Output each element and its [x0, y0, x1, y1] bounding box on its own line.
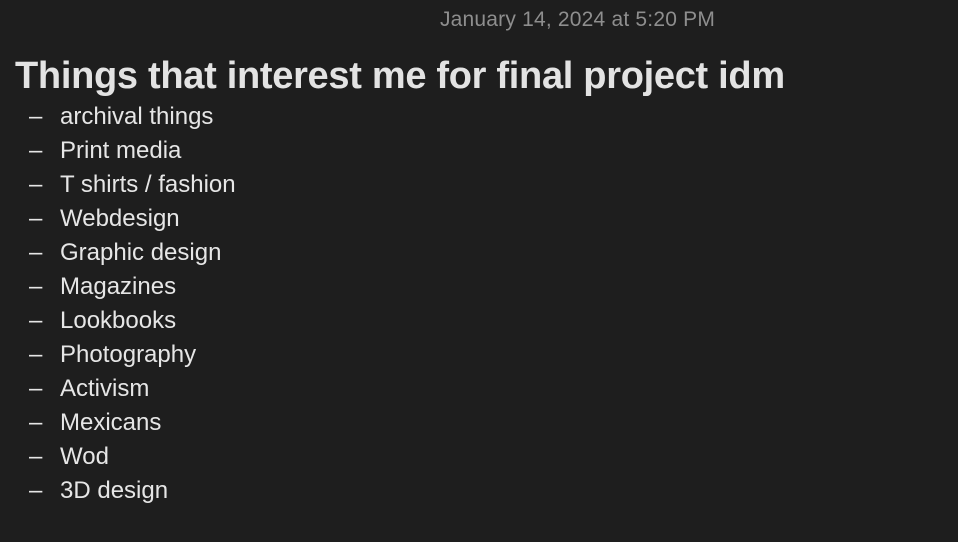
list-item[interactable]: – Print media — [0, 134, 236, 168]
list-item-text[interactable]: Lookbooks — [60, 307, 176, 335]
list-item-text[interactable]: Print media — [60, 137, 181, 165]
dash-bullet: – — [29, 375, 43, 402]
dash-bullet: – — [29, 205, 43, 232]
list-item[interactable]: – Lookbooks — [0, 304, 236, 338]
dash-bullet: – — [29, 171, 43, 198]
dash-bullet: – — [29, 307, 43, 334]
list-item-text[interactable]: archival things — [60, 103, 213, 131]
list-item[interactable]: – Magazines — [0, 270, 236, 304]
list-item-text[interactable]: Wod — [60, 443, 109, 471]
dash-bullet: – — [29, 137, 43, 164]
note-timestamp: January 14, 2024 at 5:20 PM — [439, 8, 716, 31]
list-item[interactable]: – archival things — [0, 100, 236, 134]
list-item[interactable]: – Mexicans — [0, 406, 236, 440]
dash-bullet: – — [29, 341, 43, 368]
dash-bullet: – — [29, 103, 43, 130]
list-item[interactable]: – Webdesign — [0, 202, 236, 236]
note-editor[interactable]: January 14, 2024 at 5:20 PM Things that … — [0, 0, 958, 542]
list-item[interactable]: – 3D design — [0, 474, 236, 508]
list-item-text[interactable]: Activism — [60, 375, 149, 403]
dash-bullet: – — [29, 409, 43, 436]
list-item-text[interactable]: 3D design — [60, 477, 168, 505]
dash-bullet: – — [29, 239, 43, 266]
list-item-text[interactable]: Graphic design — [60, 239, 221, 267]
dash-bullet: – — [29, 443, 43, 470]
list-item[interactable]: – Photography — [0, 338, 236, 372]
dash-bullet: – — [29, 273, 43, 300]
note-title[interactable]: Things that interest me for final projec… — [15, 55, 785, 98]
list-item-text[interactable]: T shirts / fashion — [60, 171, 236, 199]
list-item-text[interactable]: Photography — [60, 341, 196, 369]
list-item-text[interactable]: Magazines — [60, 273, 176, 301]
list-item[interactable]: – Activism — [0, 372, 236, 406]
dash-bullet: – — [29, 477, 43, 504]
list-item[interactable]: – Wod — [0, 440, 236, 474]
list-item-text[interactable]: Webdesign — [60, 205, 180, 233]
list-item[interactable]: – Graphic design — [0, 236, 236, 270]
list-item[interactable]: – T shirts / fashion — [0, 168, 236, 202]
bullet-list[interactable]: – archival things – Print media – T shir… — [0, 100, 236, 508]
list-item-text[interactable]: Mexicans — [60, 409, 161, 437]
